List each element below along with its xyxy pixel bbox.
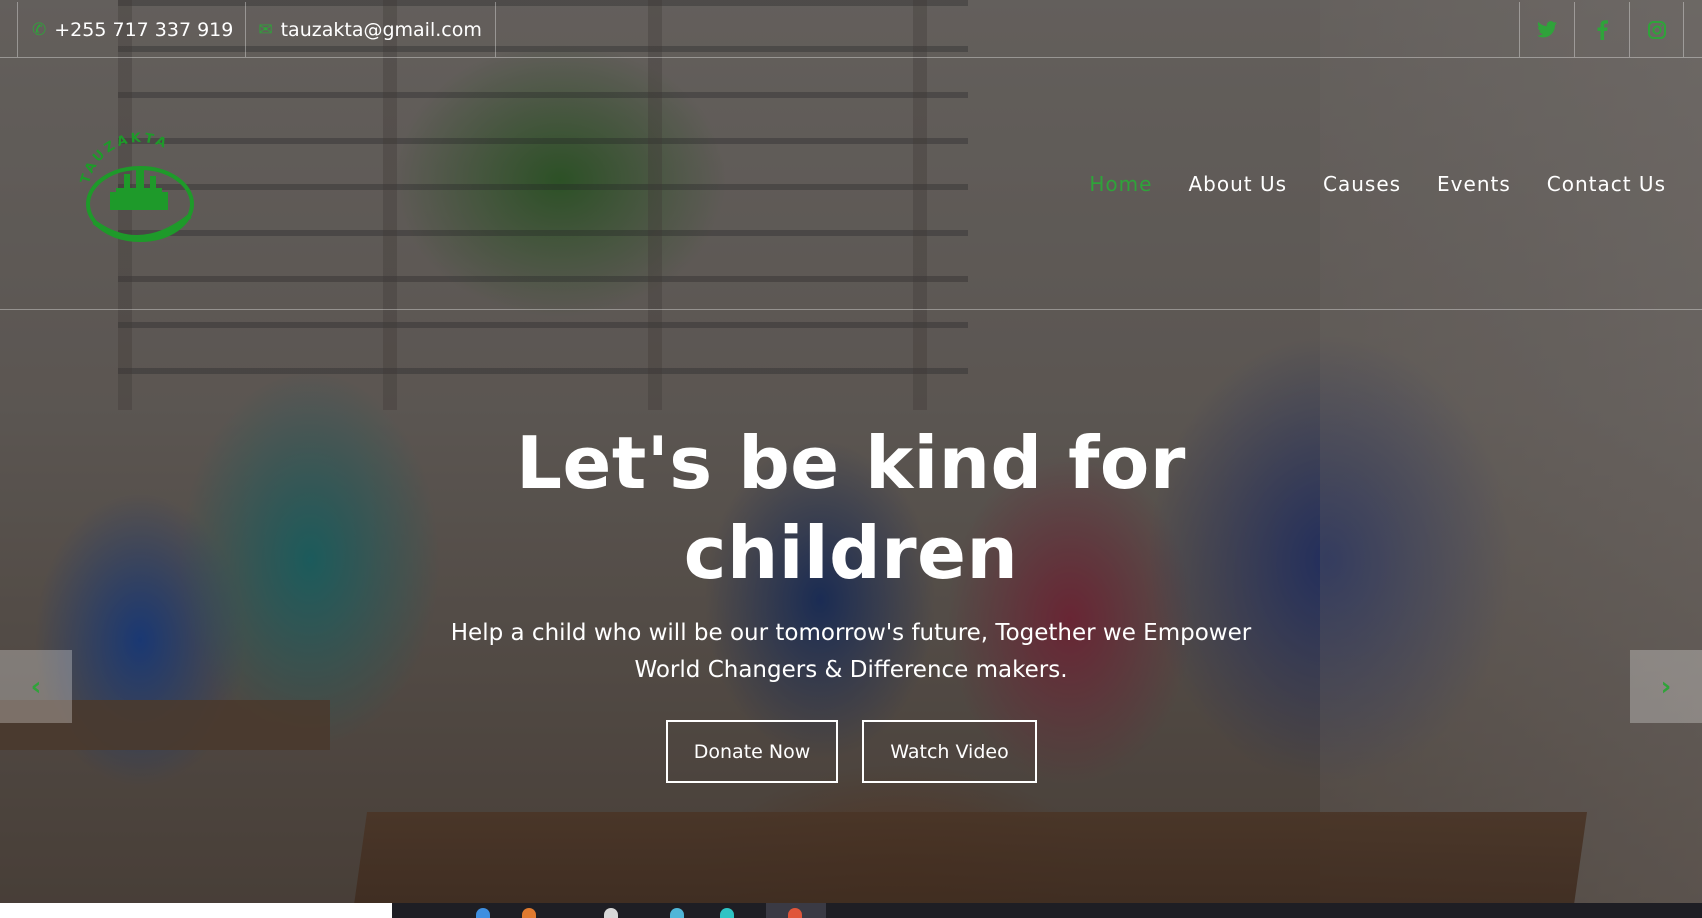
instagram-icon: [1647, 20, 1666, 39]
donate-now-button[interactable]: Donate Now: [666, 720, 838, 783]
twitter-icon: [1537, 21, 1557, 38]
email-contact[interactable]: ✉ tauzakta@gmail.com: [245, 2, 496, 57]
slider-next-button[interactable]: ›: [1630, 650, 1702, 723]
site-header: TAUZAKTA Home About Us Causes Events Con…: [0, 58, 1702, 310]
main-nav: Home About Us Causes Events Contact Us: [1089, 172, 1666, 196]
nav-home[interactable]: Home: [1089, 172, 1152, 196]
twitter-link[interactable]: [1519, 2, 1574, 57]
facebook-icon: [1597, 19, 1608, 40]
hero-subtitle: Help a child who will be our tomorrow's …: [421, 615, 1281, 689]
hero-subtitle-line-2: World Changers & Difference makers.: [634, 657, 1068, 683]
hero-subtitle-line-1: Help a child who will be our tomorrow's …: [450, 620, 1252, 646]
email-address: tauzakta@gmail.com: [280, 18, 482, 41]
nav-contact-us[interactable]: Contact Us: [1547, 172, 1666, 196]
nav-events[interactable]: Events: [1437, 172, 1511, 196]
top-contact-bar: ✆ +255 717 337 919 ✉ tauzakta@gmail.com: [0, 2, 1702, 58]
taskbar-app-icon[interactable]: [476, 908, 490, 918]
chevron-right-icon: ›: [1660, 671, 1672, 702]
hero-title-line-1: Let's be kind for: [516, 421, 1186, 505]
taskbar-app-icon[interactable]: [604, 908, 618, 918]
mail-icon: ✉: [258, 19, 273, 40]
hero-title: Let's be kind for children: [451, 418, 1251, 598]
taskbar-app-icon[interactable]: [788, 908, 802, 918]
instagram-link[interactable]: [1629, 2, 1684, 57]
os-taskbar: [392, 903, 1702, 918]
tauzakta-logo[interactable]: TAUZAKTA: [74, 130, 206, 250]
nav-causes[interactable]: Causes: [1323, 172, 1401, 196]
slider-prev-button[interactable]: ‹: [0, 650, 72, 723]
taskbar-app-icon[interactable]: [670, 908, 684, 918]
phone-number: +255 717 337 919: [54, 18, 234, 41]
watch-video-button[interactable]: Watch Video: [862, 720, 1037, 783]
phone-contact[interactable]: ✆ +255 717 337 919: [17, 2, 245, 57]
hero-title-line-2: children: [683, 511, 1019, 595]
phone-icon: ✆: [32, 19, 47, 40]
chevron-left-icon: ‹: [30, 671, 42, 702]
taskbar-app-icon[interactable]: [522, 908, 536, 918]
facebook-link[interactable]: [1574, 2, 1629, 57]
taskbar-app-icon[interactable]: [720, 908, 734, 918]
nav-about-us[interactable]: About Us: [1188, 172, 1287, 196]
